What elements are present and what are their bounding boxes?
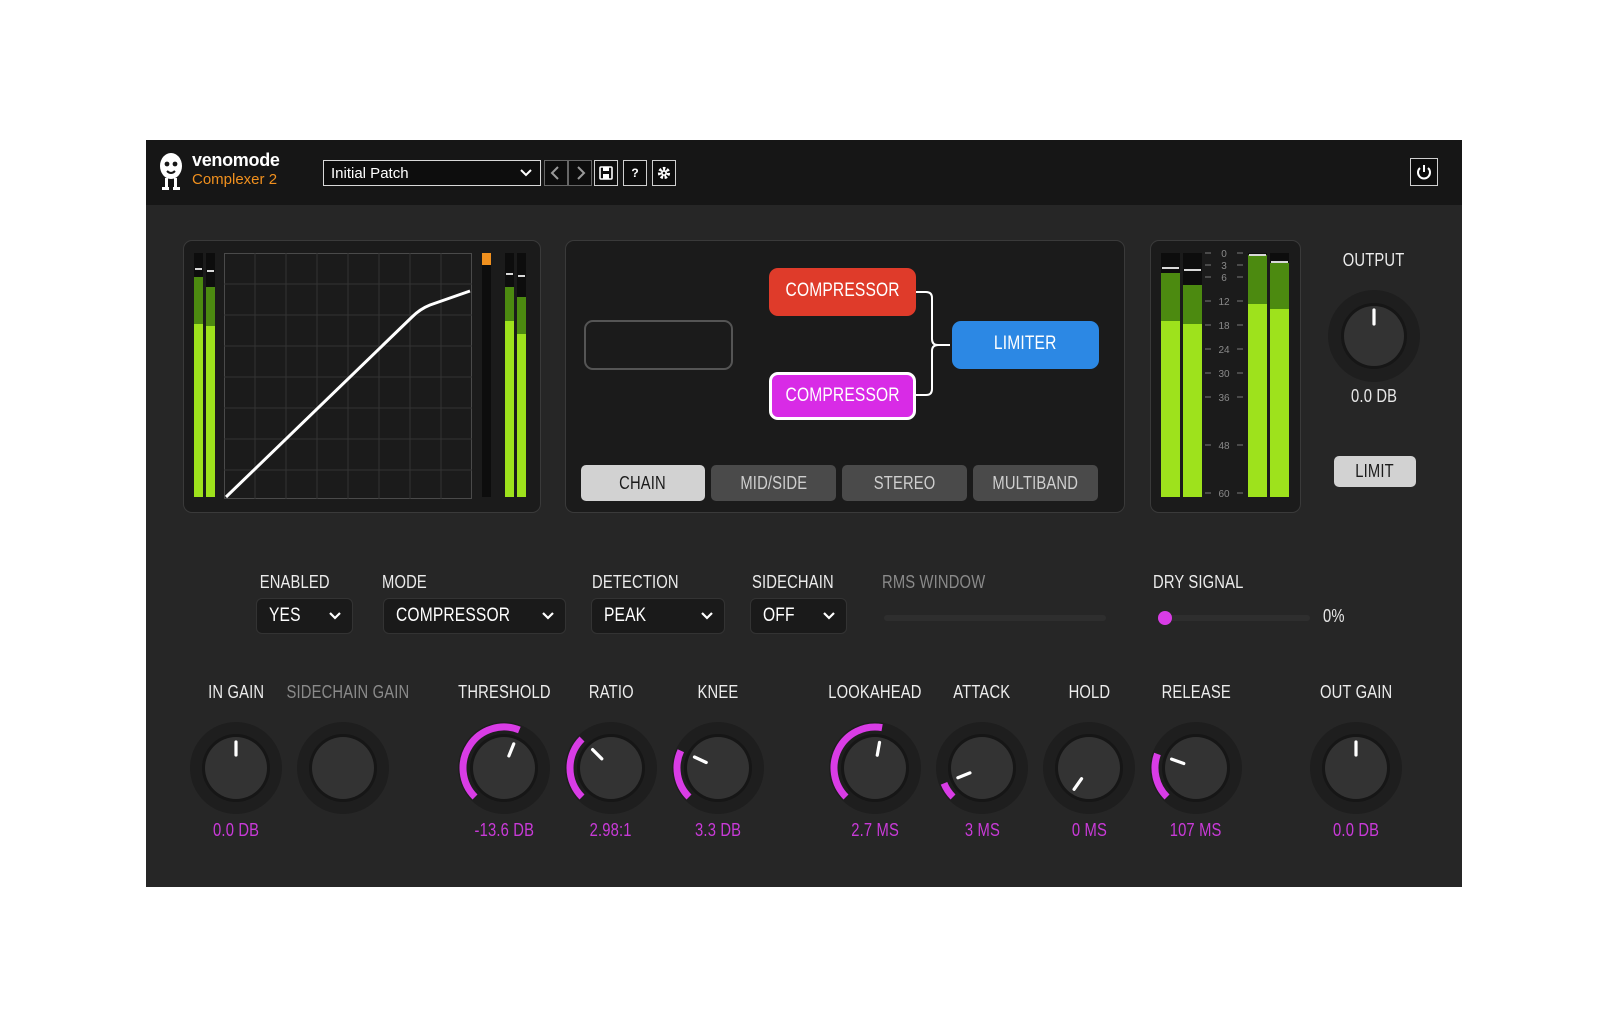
chevron-down-icon <box>542 612 554 620</box>
gain-reduction-meter <box>482 253 491 497</box>
compressor-top-label: COMPRESSOR <box>785 280 900 301</box>
meter-scale-tick: 48 <box>1218 441 1230 452</box>
dry-signal-slider[interactable] <box>1158 611 1310 625</box>
detection-select[interactable]: PEAK <box>591 598 725 634</box>
output-meter-left <box>505 253 514 497</box>
output-meter-right <box>517 253 526 497</box>
chevron-down-icon <box>823 612 835 620</box>
rms-window-slider[interactable] <box>884 615 1106 621</box>
mode-label: MODE <box>382 572 427 592</box>
settings-button[interactable] <box>652 160 676 186</box>
meter-scale-tick: 24 <box>1218 345 1230 356</box>
tab-multiband[interactable]: MULTIBAND <box>973 465 1098 501</box>
meter-scale-tick: 30 <box>1218 369 1230 380</box>
empty-slot[interactable] <box>584 320 733 370</box>
release-knob[interactable] <box>1146 718 1246 818</box>
out-gain-label: OUT GAIN <box>1319 682 1393 702</box>
chevron-down-icon <box>701 612 713 620</box>
out-gain-value: 0.0 DB <box>1332 820 1380 840</box>
input-meter-right <box>206 253 215 497</box>
output-value: 0.0 DB <box>1350 386 1398 406</box>
save-icon <box>599 166 613 180</box>
compressor-block-bottom[interactable]: COMPRESSOR <box>769 372 916 420</box>
dry-signal-slider-thumb[interactable] <box>1158 611 1172 625</box>
level-meter-2 <box>1183 253 1202 497</box>
hold-knob[interactable] <box>1039 718 1139 818</box>
meter-scale-tick: 18 <box>1218 321 1230 332</box>
transfer-curve-graph <box>224 253 472 499</box>
venomode-logo-icon <box>160 153 182 190</box>
meter-scale: 03612182430364860 <box>1205 249 1243 500</box>
tab-chain[interactable]: CHAIN <box>581 465 705 501</box>
enabled-label: ENABLED <box>259 572 330 592</box>
routing-panel: COMPRESSOR COMPRESSOR LIMITER CHAIN MID/… <box>565 240 1125 513</box>
release-value: 107 MS <box>1170 820 1222 840</box>
help-button[interactable]: ? <box>623 160 647 186</box>
level-meter-4 <box>1270 253 1289 497</box>
meter-scale-tick: 3 <box>1221 261 1227 272</box>
lookahead-knob[interactable] <box>825 718 925 818</box>
save-button[interactable] <box>594 160 618 186</box>
limit-button[interactable]: LIMIT <box>1334 456 1416 487</box>
meter-scale-tick: 36 <box>1218 393 1230 404</box>
meter-scale-tick: 60 <box>1218 489 1230 500</box>
knee-knob[interactable] <box>668 718 768 818</box>
output-level-meter-panel: 0 3 6 12 18 24 30 36 48 60 <box>1150 240 1301 513</box>
power-icon <box>1417 165 1431 180</box>
in-gain-value: 0.0 DB <box>212 820 260 840</box>
rms-window-label: RMS WINDOW <box>882 572 986 592</box>
dry-signal-label: DRY SIGNAL <box>1153 572 1244 592</box>
chevron-down-icon <box>520 169 532 177</box>
mode-select[interactable]: COMPRESSOR <box>383 598 566 634</box>
limiter-label: LIMITER <box>994 333 1057 354</box>
dry-signal-value: 0% <box>1323 606 1345 626</box>
plugin-window: venomode Complexer 2 Initial Patch ? COM… <box>146 140 1462 887</box>
meter-scale-tick: 12 <box>1218 297 1230 308</box>
threshold-knob[interactable] <box>454 718 554 818</box>
release-label: RELEASE <box>1161 682 1231 702</box>
product-name: Complexer 2 <box>192 171 278 188</box>
meter-scale-tick: 6 <box>1221 273 1227 284</box>
power-button[interactable] <box>1410 158 1438 186</box>
output-knob[interactable] <box>1324 286 1424 386</box>
compressor-bottom-label: COMPRESSOR <box>785 385 900 406</box>
compressor-block-top[interactable]: COMPRESSOR <box>769 268 916 316</box>
patch-select[interactable]: Initial Patch <box>323 160 541 186</box>
level-meter-3 <box>1248 253 1267 497</box>
gear-icon <box>657 166 671 180</box>
meter-scale-tick: 0 <box>1221 249 1227 260</box>
attack-knob[interactable] <box>932 718 1032 818</box>
sidechain-gain-label: SIDECHAIN GAIN <box>286 682 410 702</box>
ratio-knob[interactable] <box>561 718 661 818</box>
brand-name: venomode <box>192 150 280 170</box>
transfer-curve-panel <box>183 240 541 513</box>
in-gain-knob[interactable] <box>186 718 286 818</box>
out-gain-knob[interactable] <box>1306 718 1406 818</box>
enabled-select[interactable]: YES <box>256 598 353 634</box>
sidechain-gain-knob[interactable] <box>293 718 393 818</box>
header-bar: venomode Complexer 2 Initial Patch ? <box>146 140 1462 205</box>
patch-name: Initial Patch <box>331 165 409 182</box>
prev-patch-button[interactable] <box>544 160 568 186</box>
sidechain-label: SIDECHAIN <box>752 572 834 592</box>
lookahead-knob-pointer <box>875 740 882 757</box>
next-patch-button[interactable] <box>568 160 592 186</box>
knee-label: KNEE <box>697 682 739 702</box>
detection-label: DETECTION <box>592 572 679 592</box>
output-label: OUTPUT <box>1343 250 1405 270</box>
sidechain-select[interactable]: OFF <box>750 598 847 634</box>
chevron-right-icon <box>577 166 586 180</box>
input-meter-left <box>194 253 203 497</box>
tab-stereo[interactable]: STEREO <box>842 465 967 501</box>
chevron-left-icon <box>550 166 559 180</box>
level-meter-1 <box>1161 253 1180 497</box>
limiter-block[interactable]: LIMITER <box>952 321 1099 369</box>
help-icon: ? <box>631 166 639 180</box>
tab-mid-side[interactable]: MID/SIDE <box>711 465 836 501</box>
knee-value: 3.3 DB <box>694 820 742 840</box>
chevron-down-icon <box>329 612 341 620</box>
